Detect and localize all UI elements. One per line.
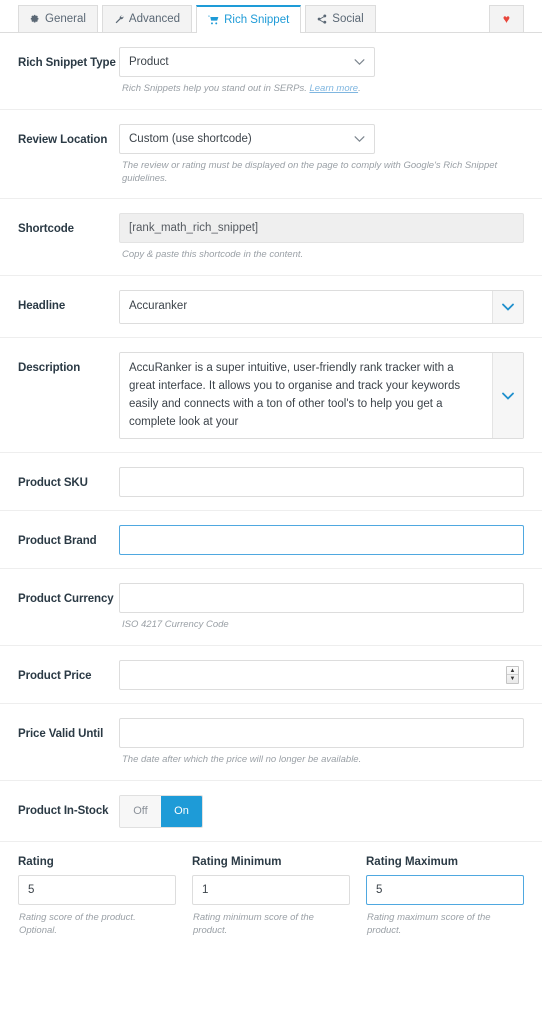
description-variable-button[interactable] [492, 353, 523, 439]
chevron-down-icon [502, 392, 514, 400]
gear-icon [30, 14, 40, 24]
ratings-row: Rating 5 Rating score of the product. Op… [0, 840, 542, 948]
toggle-option-off[interactable]: Off [120, 795, 161, 827]
row-product-sku: Product SKU [0, 453, 542, 512]
row-headline: Headline Accuranker [0, 276, 542, 339]
tab-social[interactable]: Social [305, 5, 376, 32]
headline-variable-button[interactable] [492, 291, 523, 324]
field-shortcode: [rank_math_rich_snippet] Copy & paste th… [119, 213, 524, 262]
row-product-in-stock: Product In-Stock Off On [0, 781, 542, 841]
label-product-in-stock: Product In-Stock [18, 804, 109, 817]
help-product-currency: ISO 4217 Currency Code [122, 619, 229, 631]
field-price-valid-until: The date after which the price will no l… [119, 718, 524, 767]
row-review-location: Review Location Custom (use shortcode) T… [0, 110, 542, 200]
help-text-before: Rich Snippets help you stand out in SERP… [122, 83, 307, 94]
label-product-price: Product Price [18, 670, 92, 683]
tab-social-label: Social [332, 13, 364, 25]
tab-advanced[interactable]: Advanced [101, 5, 193, 32]
field-product-sku [119, 467, 524, 498]
help-review-location: The review or rating must be displayed o… [122, 159, 498, 184]
tab-rich-snippet[interactable]: Rich Snippet [196, 5, 302, 33]
product-price-input[interactable] [119, 660, 524, 691]
label-price-valid-until: Price Valid Until [18, 728, 104, 741]
price-valid-until-input[interactable] [119, 718, 524, 749]
label-rating: Rating [18, 855, 54, 868]
field-rating-maximum: Rating Maximum 5 Rating maximum score of… [366, 856, 524, 938]
row-shortcode: Shortcode [rank_math_rich_snippet] Copy … [0, 199, 542, 277]
rating-input[interactable]: 5 [18, 874, 176, 905]
headline-combo: Accuranker [119, 290, 524, 325]
product-price-stepper[interactable]: ▲ ▼ [506, 666, 519, 685]
rich-snippet-type-value: Product [129, 56, 169, 68]
share-icon [317, 14, 327, 24]
headline-input[interactable]: Accuranker [120, 291, 492, 324]
stepper-down-icon[interactable]: ▼ [507, 675, 518, 683]
help-price-valid-until: The date after which the price will no l… [122, 754, 362, 766]
rich-snippet-form: Rich Snippet Type Product Rich Snippets … [0, 33, 542, 948]
label-rating-minimum: Rating Minimum [192, 855, 282, 868]
product-sku-input[interactable] [119, 467, 524, 498]
row-rich-snippet-type: Rich Snippet Type Product Rich Snippets … [0, 33, 542, 110]
field-rating-minimum: Rating Minimum 1 Rating minimum score of… [192, 856, 350, 938]
field-product-in-stock: Off On [119, 794, 524, 828]
label-review-location: Review Location [18, 133, 108, 146]
heart-icon: ♥ [502, 12, 510, 26]
label-product-sku: Product SKU [18, 477, 88, 490]
product-in-stock-toggle[interactable]: Off On [119, 794, 203, 828]
learn-more-link[interactable]: Learn more [309, 83, 358, 94]
rich-snippet-type-select[interactable]: Product [119, 47, 375, 77]
label-product-brand: Product Brand [18, 535, 97, 548]
product-currency-input[interactable] [119, 583, 524, 614]
label-shortcode: Shortcode [18, 223, 74, 236]
tab-advanced-label: Advanced [128, 13, 181, 25]
help-text-after: . [358, 83, 361, 94]
favorite-tab[interactable]: ♥ [488, 5, 524, 32]
description-combo: AccuRanker is a super intuitive, user-fr… [119, 352, 524, 440]
tab-bar: General Advanced Rich Snippet Social ♥ [0, 0, 542, 33]
stepper-up-icon[interactable]: ▲ [507, 667, 518, 676]
help-rating: Rating score of the product. Optional. [19, 911, 136, 936]
row-product-price: Product Price ▲ ▼ [0, 646, 542, 705]
tab-general[interactable]: General [18, 5, 98, 32]
field-product-currency: ISO 4217 Currency Code [119, 583, 524, 632]
help-rating-maximum: Rating maximum score of the product. [367, 911, 491, 936]
field-headline: Accuranker [119, 290, 524, 325]
chevron-down-icon [354, 59, 365, 66]
label-rating-maximum: Rating Maximum [366, 855, 459, 868]
product-brand-input[interactable] [119, 525, 524, 556]
row-description: Description AccuRanker is a super intuit… [0, 338, 542, 454]
tab-rich-snippet-label: Rich Snippet [224, 14, 290, 26]
row-product-brand: Product Brand [0, 511, 542, 570]
chevron-down-icon [354, 135, 365, 142]
help-rating-minimum: Rating minimum score of the product. [193, 911, 314, 936]
wrench-icon [114, 14, 124, 24]
shortcode-input[interactable]: [rank_math_rich_snippet] [119, 213, 524, 244]
cart-icon [208, 15, 219, 25]
field-product-price: ▲ ▼ [119, 660, 524, 691]
field-product-brand [119, 525, 524, 556]
rating-maximum-input[interactable]: 5 [366, 874, 524, 905]
row-product-currency: Product Currency ISO 4217 Currency Code [0, 569, 542, 647]
field-rich-snippet-type: Product Rich Snippets help you stand out… [119, 47, 524, 96]
toggle-option-on[interactable]: On [161, 795, 202, 827]
row-price-valid-until: Price Valid Until The date after which t… [0, 704, 542, 781]
field-rating: Rating 5 Rating score of the product. Op… [18, 856, 176, 938]
label-description: Description [18, 362, 81, 375]
field-description: AccuRanker is a super intuitive, user-fr… [119, 352, 524, 440]
help-rich-snippet-type: Rich Snippets help you stand out in SERP… [119, 83, 524, 96]
label-headline: Headline [18, 300, 66, 313]
label-rich-snippet-type: Rich Snippet Type [18, 57, 116, 69]
help-shortcode: Copy & paste this shortcode in the conte… [122, 249, 304, 261]
label-product-currency: Product Currency [18, 593, 114, 606]
field-review-location: Custom (use shortcode) The review or rat… [119, 123, 524, 186]
review-location-select[interactable]: Custom (use shortcode) [119, 123, 375, 154]
chevron-down-icon [502, 303, 514, 311]
description-textarea[interactable]: AccuRanker is a super intuitive, user-fr… [120, 353, 492, 439]
rating-minimum-input[interactable]: 1 [192, 874, 350, 905]
review-location-value: Custom (use shortcode) [129, 132, 252, 145]
tab-general-label: General [45, 13, 86, 25]
